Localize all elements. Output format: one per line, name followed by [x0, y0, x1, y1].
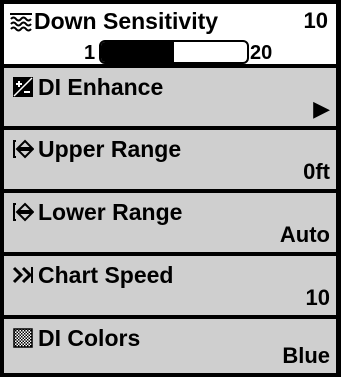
slider-fill — [101, 42, 174, 62]
menu-item-label: Chart Speed — [38, 262, 174, 288]
menu-item-label: Down Sensitivity — [34, 8, 219, 34]
menu-item-label: DI Enhance — [38, 74, 164, 100]
slider-track[interactable] — [99, 40, 249, 64]
range-arrows-icon — [12, 138, 35, 160]
menu-item-di-colors[interactable]: DI Colors Blue — [4, 319, 336, 373]
sensitivity-slider[interactable]: 1 20 — [4, 40, 336, 66]
menu-item-value: 10 — [303, 8, 328, 33]
fast-forward-icon — [12, 264, 34, 286]
submenu-arrow-icon[interactable]: ▶ — [313, 96, 330, 122]
palette-icon — [12, 327, 34, 349]
menu-item-value: Blue — [282, 343, 330, 368]
waves-icon — [10, 13, 32, 33]
menu-item-label: Lower Range — [38, 199, 183, 225]
menu-item-down-sensitivity[interactable]: Down Sensitivity 10 1 20 — [4, 4, 336, 64]
menu-item-value: 0ft — [303, 159, 330, 184]
menu-item-value: 10 — [305, 285, 330, 310]
menu-item-lower-range[interactable]: Lower Range Auto — [4, 193, 336, 252]
menu-item-value: Auto — [279, 222, 330, 247]
menu-item-label: Upper Range — [38, 136, 182, 162]
range-arrows-icon — [12, 201, 35, 223]
menu-item-di-enhance[interactable]: DI Enhance ▶ — [4, 68, 336, 126]
menu-item-label: DI Colors — [38, 325, 141, 351]
menu-item-chart-speed[interactable]: Chart Speed 10 — [4, 256, 336, 315]
slider-max-label: 20 — [250, 42, 273, 64]
contrast-icon — [12, 76, 34, 98]
menu-item-upper-range[interactable]: Upper Range 0ft — [4, 130, 336, 189]
sounder-settings-menu: Down Sensitivity 10 1 20 DI Enhance ▶ Up… — [0, 0, 341, 377]
slider-min-label: 1 — [84, 42, 96, 64]
